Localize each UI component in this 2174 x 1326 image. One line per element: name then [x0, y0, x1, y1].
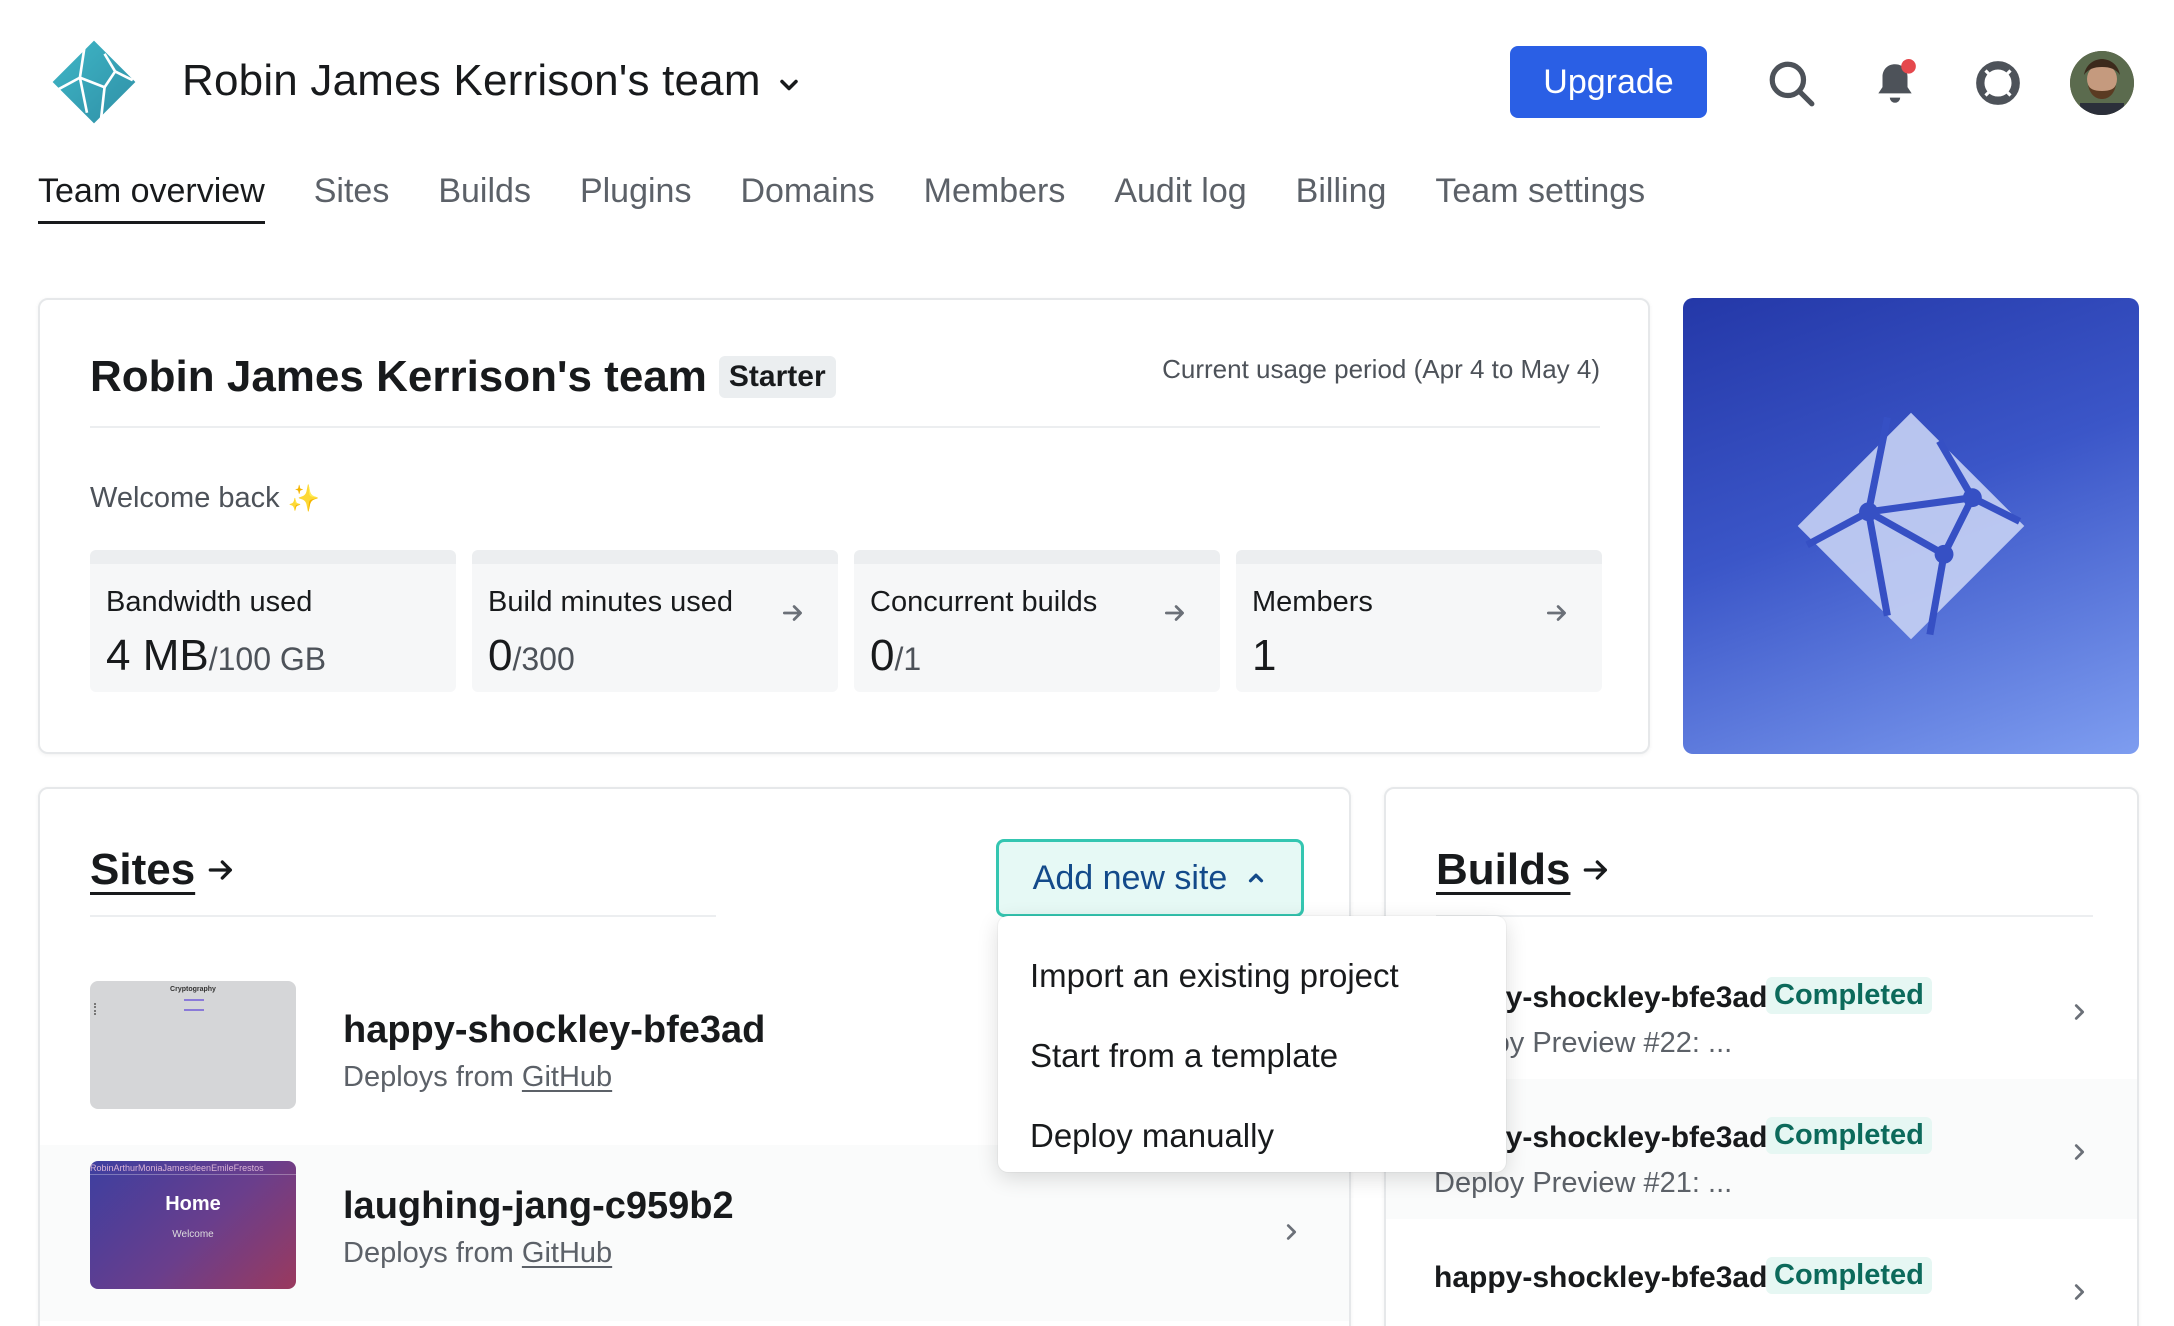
tab-team-settings[interactable]: Team settings — [1435, 172, 1645, 224]
tab-builds[interactable]: Builds — [438, 172, 531, 224]
help-lifebuoy-icon[interactable] — [1967, 52, 2029, 114]
search-icon[interactable] — [1760, 52, 1822, 114]
github-link[interactable]: GitHub — [522, 1237, 612, 1269]
builds-link[interactable]: Builds — [1436, 845, 1612, 895]
chevron-right-icon — [2074, 1004, 2085, 1020]
usage-period: Current usage period (Apr 4 to May 4) — [1162, 354, 1600, 384]
upgrade-button[interactable]: Upgrade — [1510, 46, 1707, 118]
chevron-up-icon — [1249, 873, 1264, 883]
netlify-hero-illustration — [1683, 298, 2139, 754]
stat-label: Members — [1252, 586, 1373, 618]
welcome-message: Welcome back ✨ — [90, 482, 321, 514]
stat-concurrent-builds[interactable]: Concurrent builds 0/1 — [854, 550, 1220, 692]
divider — [1436, 915, 2093, 917]
build-status-badge: Completed — [1766, 1257, 1932, 1294]
chevron-right-icon — [1286, 1224, 1297, 1240]
menu-item-start-template[interactable]: Start from a template — [998, 1016, 1506, 1096]
arrow-right-icon — [208, 860, 233, 880]
sites-heading: Sites — [90, 845, 196, 894]
tab-billing[interactable]: Billing — [1296, 172, 1387, 224]
builds-heading: Builds — [1436, 845, 1571, 894]
tab-audit-log[interactable]: Audit log — [1114, 172, 1246, 224]
tab-team-overview[interactable]: Team overview — [38, 172, 265, 224]
chevron-right-icon — [2074, 1144, 2085, 1160]
user-avatar[interactable] — [2070, 51, 2134, 115]
notifications-bell-icon[interactable] — [1864, 52, 1926, 114]
add-new-site-button[interactable]: Add new site — [996, 839, 1304, 917]
stat-label: Bandwidth used — [106, 586, 313, 618]
divider — [90, 426, 1600, 428]
team-nav: Team overview Sites Builds Plugins Domai… — [38, 172, 1694, 224]
site-name[interactable]: happy-shockley-bfe3ad — [343, 1009, 765, 1052]
build-status-badge: Completed — [1766, 1117, 1932, 1154]
stat-value: 1 — [1252, 631, 1277, 680]
add-site-menu: Import an existing project Start from a … — [998, 916, 1506, 1172]
menu-item-deploy-manually[interactable]: Deploy manually — [998, 1096, 1506, 1176]
team-switcher[interactable]: Robin James Kerrison's team — [182, 56, 803, 106]
site-thumbnail: Cryptography — [90, 981, 296, 1109]
team-overview-card: Robin James Kerrison's team Starter Curr… — [38, 298, 1650, 754]
usage-stats: Bandwidth used 4 MB/100 GB Build minutes… — [90, 550, 1602, 692]
add-new-site-label: Add new site — [1032, 858, 1228, 897]
tab-members[interactable]: Members — [924, 172, 1066, 224]
chevron-right-icon — [2074, 1284, 2085, 1300]
tab-domains[interactable]: Domains — [740, 172, 874, 224]
stat-value: 0/1 — [870, 631, 922, 680]
site-deploy-source: Deploys from GitHub — [343, 1061, 613, 1093]
arrow-right-icon — [782, 605, 802, 621]
sites-link[interactable]: Sites — [90, 845, 237, 895]
arrow-right-icon — [1546, 605, 1566, 621]
notification-dot — [1901, 59, 1916, 74]
arrow-right-icon — [1584, 860, 1608, 880]
github-link[interactable]: GitHub — [522, 1061, 612, 1093]
stat-build-minutes[interactable]: Build minutes used 0/300 — [472, 550, 838, 692]
menu-item-import-project[interactable]: Import an existing project — [998, 936, 1506, 1016]
overview-team-name: Robin James Kerrison's team — [90, 352, 707, 401]
site-name[interactable]: laughing-jang-c959b2 — [343, 1185, 734, 1228]
build-site-name: happy-shockley-bfe3ad — [1434, 1261, 1768, 1294]
team-name: Robin James Kerrison's team — [182, 56, 761, 105]
sparkles-icon: ✨ — [287, 483, 321, 513]
stat-label: Build minutes used — [488, 586, 734, 618]
build-row[interactable]: happy-shockley-bfe3ad Completed — [1386, 1219, 2137, 1326]
stat-bandwidth: Bandwidth used 4 MB/100 GB — [90, 550, 456, 692]
plan-badge: Starter — [718, 356, 836, 398]
netlify-logo-icon[interactable] — [50, 38, 138, 126]
stat-label: Concurrent builds — [870, 586, 1098, 618]
stat-value: 0/300 — [488, 631, 575, 680]
arrow-right-icon — [1164, 605, 1184, 621]
tab-sites[interactable]: Sites — [314, 172, 390, 224]
build-status-badge: Completed — [1766, 977, 1932, 1014]
divider — [90, 915, 716, 917]
site-deploy-source: Deploys from GitHub — [343, 1237, 613, 1269]
site-thumbnail: RobinArthurMoniaJamesideenEmileFrestos H… — [90, 1161, 296, 1289]
overview-heading: Robin James Kerrison's team Starter — [90, 352, 836, 402]
netlify-logo-icon — [1797, 412, 2025, 640]
stat-value: 4 MB/100 GB — [106, 631, 327, 680]
tab-plugins[interactable]: Plugins — [580, 172, 692, 224]
stat-members[interactable]: Members 1 — [1236, 550, 1602, 692]
chevron-down-icon — [779, 79, 798, 91]
